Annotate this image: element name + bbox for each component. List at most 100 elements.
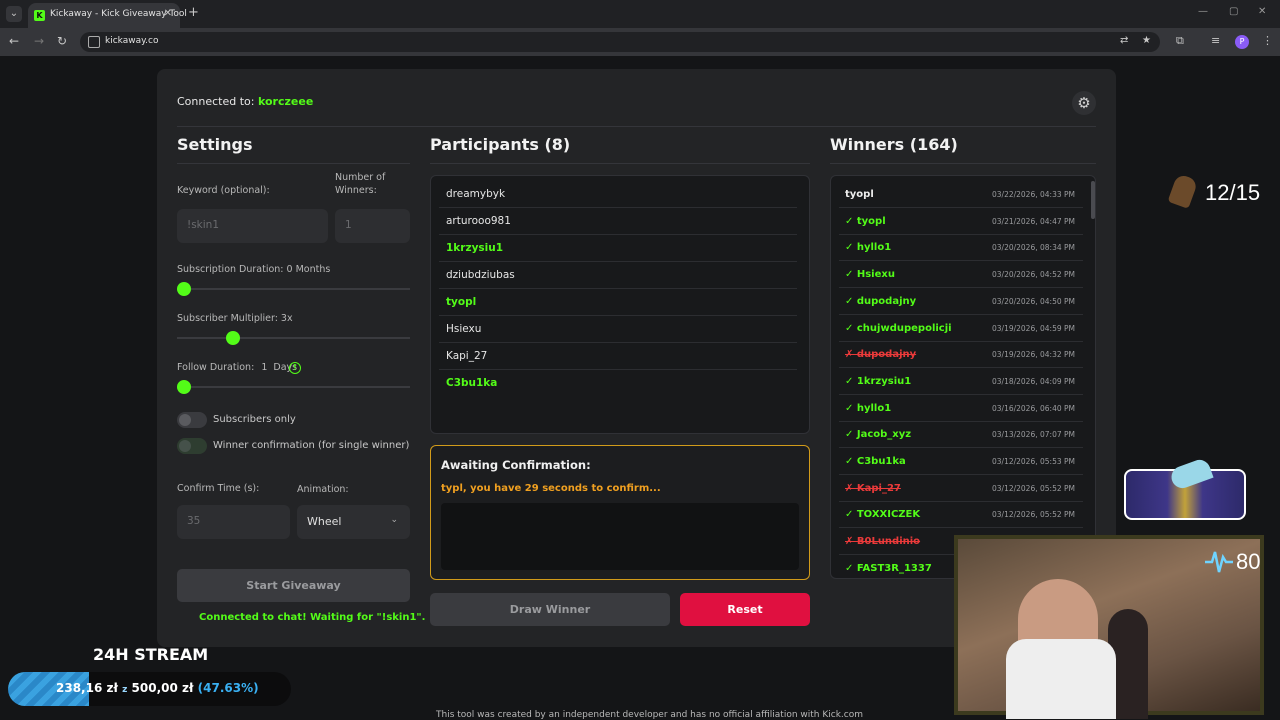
participant-row[interactable]: Kapi_27 [439, 343, 797, 370]
settings-title: Settings [177, 135, 253, 154]
close-window-icon[interactable]: ✕ [1258, 6, 1266, 17]
participant-row[interactable]: C3bu1ka [439, 370, 797, 397]
connection-status: Connected to: korczeee [177, 95, 313, 108]
stream-title: 24H STREAM [93, 645, 209, 664]
sub-multiplier-slider[interactable] [177, 337, 410, 339]
animation-select[interactable]: Wheel ⌄ [297, 505, 410, 539]
browser-tab[interactable]: K Kickaway - Kick Giveaway Tool ✕ [28, 3, 187, 28]
winner-row[interactable]: ✓ TOXXICZEK 03/12/2026, 05:52 PM [839, 501, 1083, 529]
winner-row[interactable]: ✓ 1krzysiu1 03/18/2026, 04:09 PM [839, 368, 1083, 395]
gear-icon[interactable]: ⚙ [1072, 91, 1096, 115]
tab-close-icon[interactable]: ✕ [164, 8, 172, 19]
winner-name: ✓ FAST3R_1337 [845, 562, 932, 574]
bookmark-star-icon[interactable]: ★ [1142, 35, 1151, 46]
participant-name: 1krzysiu1 [446, 242, 504, 254]
kick-favicon-icon: K [34, 10, 45, 21]
winner-name: ✓ Jacob_xyz [845, 429, 912, 441]
chevron-down-icon: ⌄ [390, 515, 398, 525]
winner-row[interactable]: ✓ Hsiexu 03/20/2026, 04:52 PM [839, 261, 1083, 289]
connected-label: Connected to: [177, 95, 258, 108]
sub-duration-thumb[interactable] [177, 282, 191, 296]
winner-date: 03/18/2026, 04:09 PM [992, 376, 1075, 386]
sub-duration-slider[interactable] [177, 288, 410, 290]
winner-row[interactable]: ✓ dupodajny 03/20/2026, 04:50 PM [839, 288, 1083, 315]
participants-list: dreamybyk arturooo981 1krzysiu1 dziubdzi… [430, 175, 810, 434]
profile-avatar[interactable]: P [1235, 35, 1249, 49]
participants-rule [430, 163, 810, 164]
awaiting-title: Awaiting Confirmation: [441, 458, 591, 472]
winner-name: ✓ hyllo1 [845, 242, 892, 254]
extensions-icon[interactable]: ⧉ [1176, 34, 1184, 48]
follow-duration-thumb[interactable] [177, 380, 191, 394]
keyword-input[interactable]: !skin1 [177, 209, 328, 243]
participant-name: dziubdziubas [446, 269, 515, 281]
winner-date: 03/12/2026, 05:52 PM [992, 483, 1075, 493]
sub-multiplier-thumb[interactable] [226, 331, 240, 345]
reset-button[interactable]: Reset [680, 593, 810, 626]
winners-count-placeholder: 1 [345, 219, 352, 231]
progress-separator: z [122, 685, 128, 695]
participant-name: Hsiexu [446, 323, 482, 335]
site-info-icon[interactable] [88, 36, 100, 48]
translate-icon[interactable]: ⇄ [1120, 35, 1128, 46]
winner-date: 03/20/2026, 04:52 PM [992, 270, 1075, 280]
draw-winner-button[interactable]: Draw Winner [430, 593, 670, 626]
participant-row[interactable]: 1krzysiu1 [439, 235, 797, 262]
progress-text: 238,16 zł z 500,00 zł (47.63%) [56, 681, 259, 695]
winner-row[interactable]: ✓ Jacob_xyz 03/13/2026, 07:07 PM [839, 421, 1083, 449]
forward-icon[interactable]: → [34, 34, 44, 48]
winner-date: 03/20/2026, 04:50 PM [992, 296, 1075, 306]
winner-row[interactable]: ✓ tyopl 03/21/2026, 04:47 PM [839, 208, 1083, 235]
winners-count-input[interactable]: 1 [335, 209, 410, 243]
subscribers-only-toggle[interactable] [177, 412, 207, 428]
winners-scrollbar[interactable] [1091, 181, 1095, 219]
sub-multiplier-label: Subscriber Multiplier: 3x [177, 313, 293, 324]
winners-title: Winners (164) [830, 135, 958, 154]
webcam-person-shirt [1006, 639, 1116, 719]
confirm-time-placeholder: 35 [187, 515, 201, 527]
participant-name: arturooo981 [446, 215, 511, 227]
reload-icon[interactable]: ↻ [57, 34, 67, 48]
winner-confirmation-toggle[interactable] [177, 438, 207, 454]
reading-list-icon[interactable]: ≡ [1211, 34, 1220, 47]
address-bar[interactable]: kickaway.co ⇄ ★ [80, 32, 1160, 52]
participant-row[interactable]: dreamybyk [439, 181, 797, 208]
info-icon[interactable]: ! [289, 362, 301, 374]
winners-list: tyopl 03/22/2026, 04:33 PM ✓ tyopl 03/21/20… [830, 175, 1096, 579]
toggle-knob [179, 440, 191, 452]
winner-date: 03/16/2026, 06:40 PM [992, 403, 1075, 413]
new-tab-icon[interactable]: + [188, 5, 199, 20]
toggle-knob [179, 414, 191, 426]
winner-name: ✓ TOXXICZEK [845, 509, 921, 521]
menu-icon[interactable]: ⋮ [1262, 34, 1273, 47]
winner-row[interactable]: ✓ C3bu1ka 03/12/2026, 05:53 PM [839, 448, 1083, 475]
animation-label: Animation: [297, 484, 349, 495]
minimize-icon[interactable]: — [1198, 6, 1208, 17]
tab-search-icon[interactable]: ⌄ [6, 6, 22, 22]
participant-row[interactable]: tyopl [439, 289, 797, 316]
confirm-time-label: Confirm Time (s): [177, 483, 260, 494]
participant-name: C3bu1ka [446, 377, 498, 389]
winner-row[interactable]: ✓ hyllo1 03/20/2026, 08:34 PM [839, 234, 1083, 262]
subscribers-only-label: Subscribers only [213, 414, 296, 425]
winner-row[interactable]: ✓ hyllo1 03/16/2026, 06:40 PM [839, 395, 1083, 422]
maximize-icon[interactable]: ▢ [1229, 6, 1238, 17]
back-icon[interactable]: ← [9, 34, 19, 48]
channel-name: korczeee [257, 95, 314, 108]
winner-row[interactable]: ✗ Kapi_27 03/12/2026, 05:52 PM [839, 475, 1083, 502]
winners-label-1: Number of [335, 172, 386, 183]
confirm-time-input[interactable]: 35 [177, 505, 290, 539]
winner-row[interactable]: tyopl 03/22/2026, 04:33 PM [839, 181, 1083, 208]
participants-title: Participants (8) [430, 135, 571, 154]
start-giveaway-button[interactable]: Start Giveaway [177, 569, 410, 602]
follow-duration-slider[interactable] [177, 386, 410, 388]
winner-row[interactable]: ✓ chujwdupepolicji 03/19/2026, 04:59 PM [839, 315, 1083, 342]
header-divider [177, 126, 1096, 127]
participant-row[interactable]: dziubdziubas [439, 262, 797, 289]
winner-name: ✓ 1krzysiu1 [845, 375, 912, 387]
participant-row[interactable]: Hsiexu [439, 316, 797, 343]
participant-row[interactable]: arturooo981 [439, 208, 797, 235]
keyword-label: Keyword (optional): [177, 185, 270, 196]
winner-row[interactable]: ✗ dupodajny 03/19/2026, 04:32 PM [839, 341, 1083, 369]
progress-current: 238,16 zł [56, 681, 118, 695]
